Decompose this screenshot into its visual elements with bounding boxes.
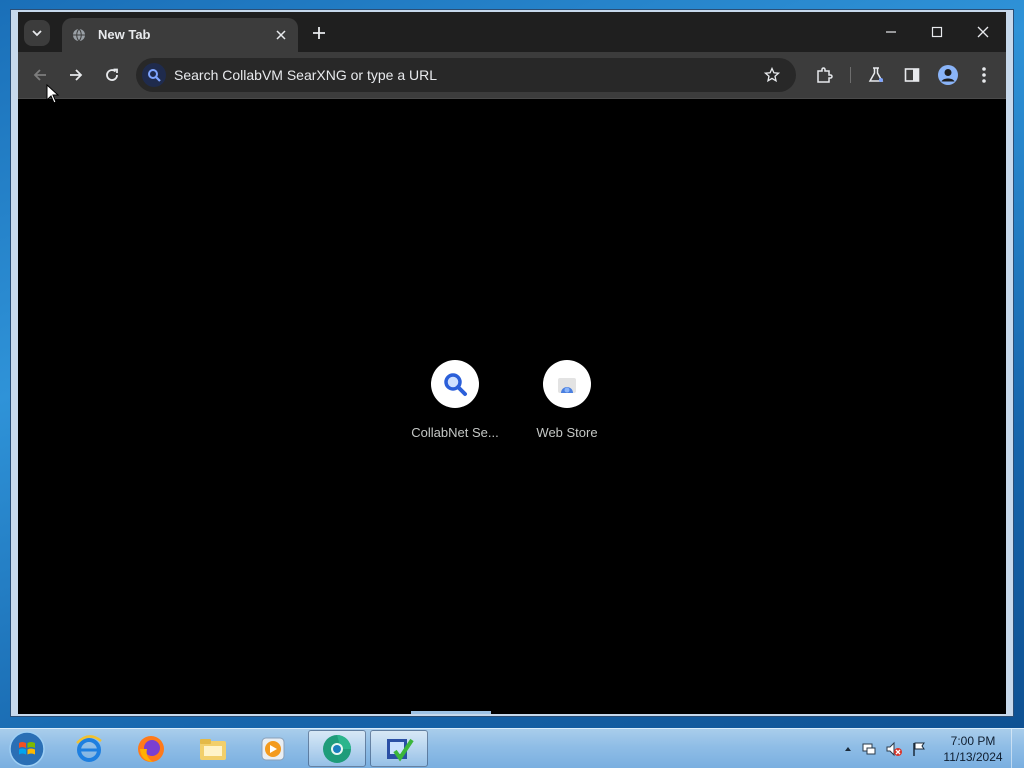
media-player-icon	[261, 737, 285, 760]
shortcut-label: Web Store	[536, 425, 598, 440]
start-button[interactable]	[6, 729, 48, 768]
more-vertical-icon	[982, 67, 986, 83]
internet-explorer-icon	[76, 734, 102, 762]
taskbar-media-player[interactable]	[244, 730, 302, 767]
shortcut-label: CollabNet Se...	[411, 425, 499, 440]
taskbar-clock[interactable]: 7:00 PM 11/13/2024	[936, 733, 1010, 765]
clock-time: 7:00 PM	[950, 734, 996, 748]
avatar-icon	[938, 65, 958, 85]
labs-button[interactable]	[862, 61, 890, 89]
file-explorer-icon	[200, 738, 226, 760]
chevron-down-icon	[32, 30, 42, 37]
search-icon	[142, 63, 166, 87]
task-app-icon	[387, 738, 414, 762]
plus-icon	[313, 27, 325, 39]
browser-window: New Tab Search CollabVM SearXNG or type …	[10, 9, 1014, 717]
tab-title: New Tab	[98, 27, 151, 42]
profile-button[interactable]	[934, 61, 962, 89]
system-tray	[843, 739, 927, 759]
globe-icon	[73, 28, 85, 42]
omnibox[interactable]: Search CollabVM SearXNG or type a URL	[136, 58, 796, 92]
reload-button[interactable]	[98, 61, 126, 89]
taskbar-task-app[interactable]	[370, 730, 428, 767]
browser-toolbar: Search CollabVM SearXNG or type a URL	[18, 52, 1006, 99]
puzzle-icon	[817, 67, 833, 83]
volume-muted-icon[interactable]	[885, 741, 903, 757]
arrow-right-icon	[70, 69, 83, 81]
bookmark-star-icon[interactable]	[762, 65, 782, 85]
reload-icon	[106, 68, 118, 81]
maximize-icon	[931, 26, 943, 38]
network-icon[interactable]	[861, 741, 877, 757]
show-desktop-button[interactable]	[1011, 729, 1024, 768]
tab-strip: New Tab	[18, 12, 1006, 52]
chevron-up-icon[interactable]	[843, 744, 853, 754]
minimize-icon	[886, 31, 896, 33]
flask-icon	[868, 67, 884, 82]
menu-button[interactable]	[970, 61, 998, 89]
forward-button[interactable]	[62, 61, 90, 89]
firefox-icon	[138, 735, 164, 762]
taskbar-internet-explorer[interactable]	[60, 730, 118, 767]
window-close-button[interactable]	[960, 16, 1006, 48]
close-icon	[276, 30, 286, 40]
clock-date: 11/13/2024	[943, 750, 1003, 764]
windows-logo-icon	[9, 731, 45, 767]
arrow-left-icon	[33, 69, 46, 81]
omnibox-placeholder: Search CollabVM SearXNG or type a URL	[174, 67, 437, 83]
taskbar-firefox[interactable]	[122, 730, 180, 767]
taskbar-file-explorer[interactable]	[184, 730, 242, 767]
horizontal-scrollbar[interactable]	[411, 711, 491, 714]
tab-search-button[interactable]	[24, 20, 50, 46]
action-center-flag-icon[interactable]	[911, 741, 927, 757]
minimize-button[interactable]	[868, 16, 914, 48]
search-magnifier-icon	[431, 360, 479, 408]
browser-frame: New Tab Search CollabVM SearXNG or type …	[18, 12, 1006, 714]
chrome-icon	[323, 734, 351, 763]
shortcut-collabnet[interactable]: CollabNet Se...	[399, 360, 511, 450]
close-icon	[977, 26, 989, 38]
new-tab-page: CollabNet Se... Web Store	[18, 99, 1006, 714]
tab-new-tab[interactable]: New Tab	[62, 18, 298, 52]
taskbar: 7:00 PM 11/13/2024	[0, 728, 1024, 768]
new-tab-button[interactable]	[308, 22, 330, 44]
side-panel-icon	[904, 68, 920, 82]
tab-close-button[interactable]	[272, 26, 290, 44]
extensions-button[interactable]	[810, 61, 838, 89]
shortcut-web-store[interactable]: Web Store	[511, 360, 623, 450]
taskbar-chrome[interactable]	[308, 730, 366, 767]
mouse-cursor-icon	[46, 84, 60, 104]
toolbar-divider	[850, 67, 851, 83]
maximize-button[interactable]	[914, 16, 960, 48]
side-panel-button[interactable]	[898, 61, 926, 89]
webstore-icon	[543, 360, 591, 408]
